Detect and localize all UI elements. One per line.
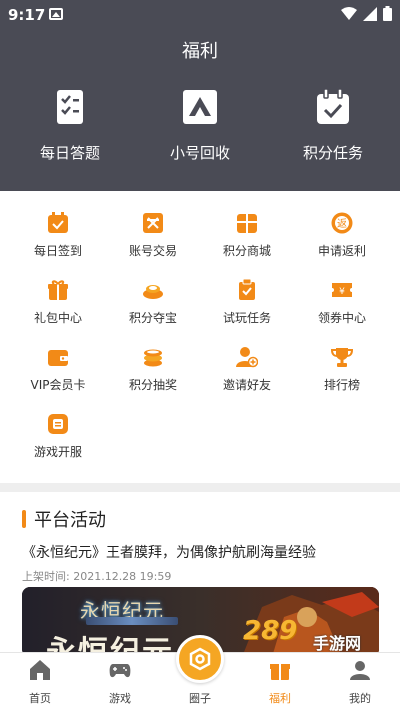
page-title: 福利 (182, 41, 218, 62)
nav-home[interactable]: 首页 (10, 659, 70, 706)
wallet-icon (47, 346, 69, 368)
svg-text:返: 返 (337, 218, 347, 230)
gift-icon (47, 279, 69, 301)
status-icons (341, 6, 392, 21)
grid-item-game-server-open[interactable]: 游戏开服 (8, 413, 108, 460)
banner-headline: 永恒纪元 (46, 627, 174, 652)
trophy-icon (330, 346, 354, 368)
coins-icon (142, 346, 164, 368)
grid-item-label: 每日签到 (33, 244, 82, 258)
image-notification-icon (49, 8, 63, 20)
daily-quiz-button[interactable]: 每日答题 (15, 88, 125, 163)
grid-item-points-treasure[interactable]: 积分夺宝 (103, 279, 203, 326)
grid-item-account-trade[interactable]: 账号交易 (103, 212, 203, 259)
coupon-icon: ¥ (331, 279, 353, 301)
grid-item-vip-card[interactable]: VIP会员卡 (8, 346, 108, 393)
status-bar: 9:17 (0, 0, 400, 28)
wifi-icon (341, 6, 357, 20)
news-title-link[interactable]: 《永恒纪元》王者膜拜，为偶像护航刷海量经验 (22, 542, 316, 562)
add-user-icon (236, 346, 259, 368)
clipboard-check-icon (236, 278, 258, 301)
grid-item-label: 积分商城 (222, 244, 271, 258)
hexagon-icon (189, 647, 211, 671)
bottom-nav: 首页 游戏 圈子 福利 我的 (0, 635, 400, 711)
rebate-icon: 返 (331, 212, 353, 234)
section-title: 平台活动 (34, 510, 106, 531)
grid-item-apply-rebate[interactable]: 返 申请返利 (292, 212, 392, 259)
recycle-triangle-icon (181, 88, 219, 126)
nav-label: 我的 (349, 692, 371, 705)
grid-item-label: 领券中心 (317, 311, 366, 325)
account-recycle-button[interactable]: 小号回收 (145, 88, 255, 163)
account-recycle-label: 小号回收 (169, 144, 230, 162)
gift-icon (269, 659, 291, 681)
grid-item-points-lottery[interactable]: 积分抽奖 (103, 346, 203, 393)
grid-item-label: 积分抽奖 (128, 378, 177, 392)
nav-label: 首页 (29, 692, 51, 705)
grid-item-label: 排行榜 (323, 378, 360, 392)
points-task-button[interactable]: 积分任务 (278, 88, 388, 163)
section-header: 平台活动 (22, 506, 106, 532)
treasure-icon (142, 279, 164, 301)
grid-item-label: 积分夺宝 (128, 311, 177, 325)
grid-item-label: 账号交易 (128, 244, 177, 258)
benefits-grid: 每日签到 账号交易 积分商城 返 申请返利 礼包中心 积分夺宝 试玩任务 ¥ 领… (0, 191, 400, 483)
nav-label: 游戏 (109, 692, 131, 705)
points-task-label: 积分任务 (302, 144, 363, 162)
server-icon (47, 413, 69, 435)
svg-text:¥: ¥ (339, 287, 345, 297)
home-icon (29, 659, 51, 681)
status-time: 9:17 (8, 6, 46, 24)
header: 9:17 福利 每日答题 小号回收 积分任务 (0, 0, 400, 191)
calendar-check-icon (314, 88, 352, 126)
grid-item-daily-checkin[interactable]: 每日签到 (8, 212, 108, 259)
gamepad-icon (109, 659, 131, 681)
nav-profile[interactable]: 我的 (330, 659, 390, 706)
grid-item-label: 申请返利 (317, 244, 366, 258)
news-date: 上架时间: 2021.12.28 19:59 (22, 570, 172, 583)
checklist-icon (51, 88, 89, 126)
nav-welfare[interactable]: 福利 (250, 659, 310, 706)
grid-item-label: VIP会员卡 (30, 378, 86, 392)
grid-item-label: 礼包中心 (33, 311, 82, 325)
grid-item-gift-center[interactable]: 礼包中心 (8, 279, 108, 326)
grid-item-coupon-center[interactable]: ¥ 领券中心 (292, 279, 392, 326)
grid-item-leaderboard[interactable]: 排行榜 (292, 346, 392, 393)
nav-games[interactable]: 游戏 (90, 659, 150, 706)
grid-item-label: 邀请好友 (222, 378, 271, 392)
nav-circle-button[interactable] (176, 635, 224, 683)
calendar-icon (47, 212, 69, 234)
banner-logo-ribbon (86, 617, 178, 625)
section-accent-bar (22, 510, 26, 528)
grid-item-trial-task[interactable]: 试玩任务 (197, 278, 297, 326)
signal-icon (363, 6, 377, 21)
gift-box-icon (236, 212, 258, 234)
grid-item-label: 试玩任务 (222, 311, 271, 325)
grid-item-invite-friends[interactable]: 邀请好友 (197, 346, 297, 393)
nav-circle-label: 圈子 (189, 692, 211, 705)
nav-label: 福利 (269, 692, 291, 705)
grid-item-points-mall[interactable]: 积分商城 (197, 212, 297, 259)
battery-icon (383, 6, 392, 21)
user-icon (349, 659, 371, 681)
grid-item-label: 游戏开服 (33, 445, 82, 459)
trade-icon (142, 212, 164, 234)
daily-quiz-label: 每日答题 (39, 144, 100, 162)
platform-activity-section: 平台活动 《永恒纪元》王者膜拜，为偶像护航刷海量经验 上架时间: 2021.12… (0, 492, 400, 652)
